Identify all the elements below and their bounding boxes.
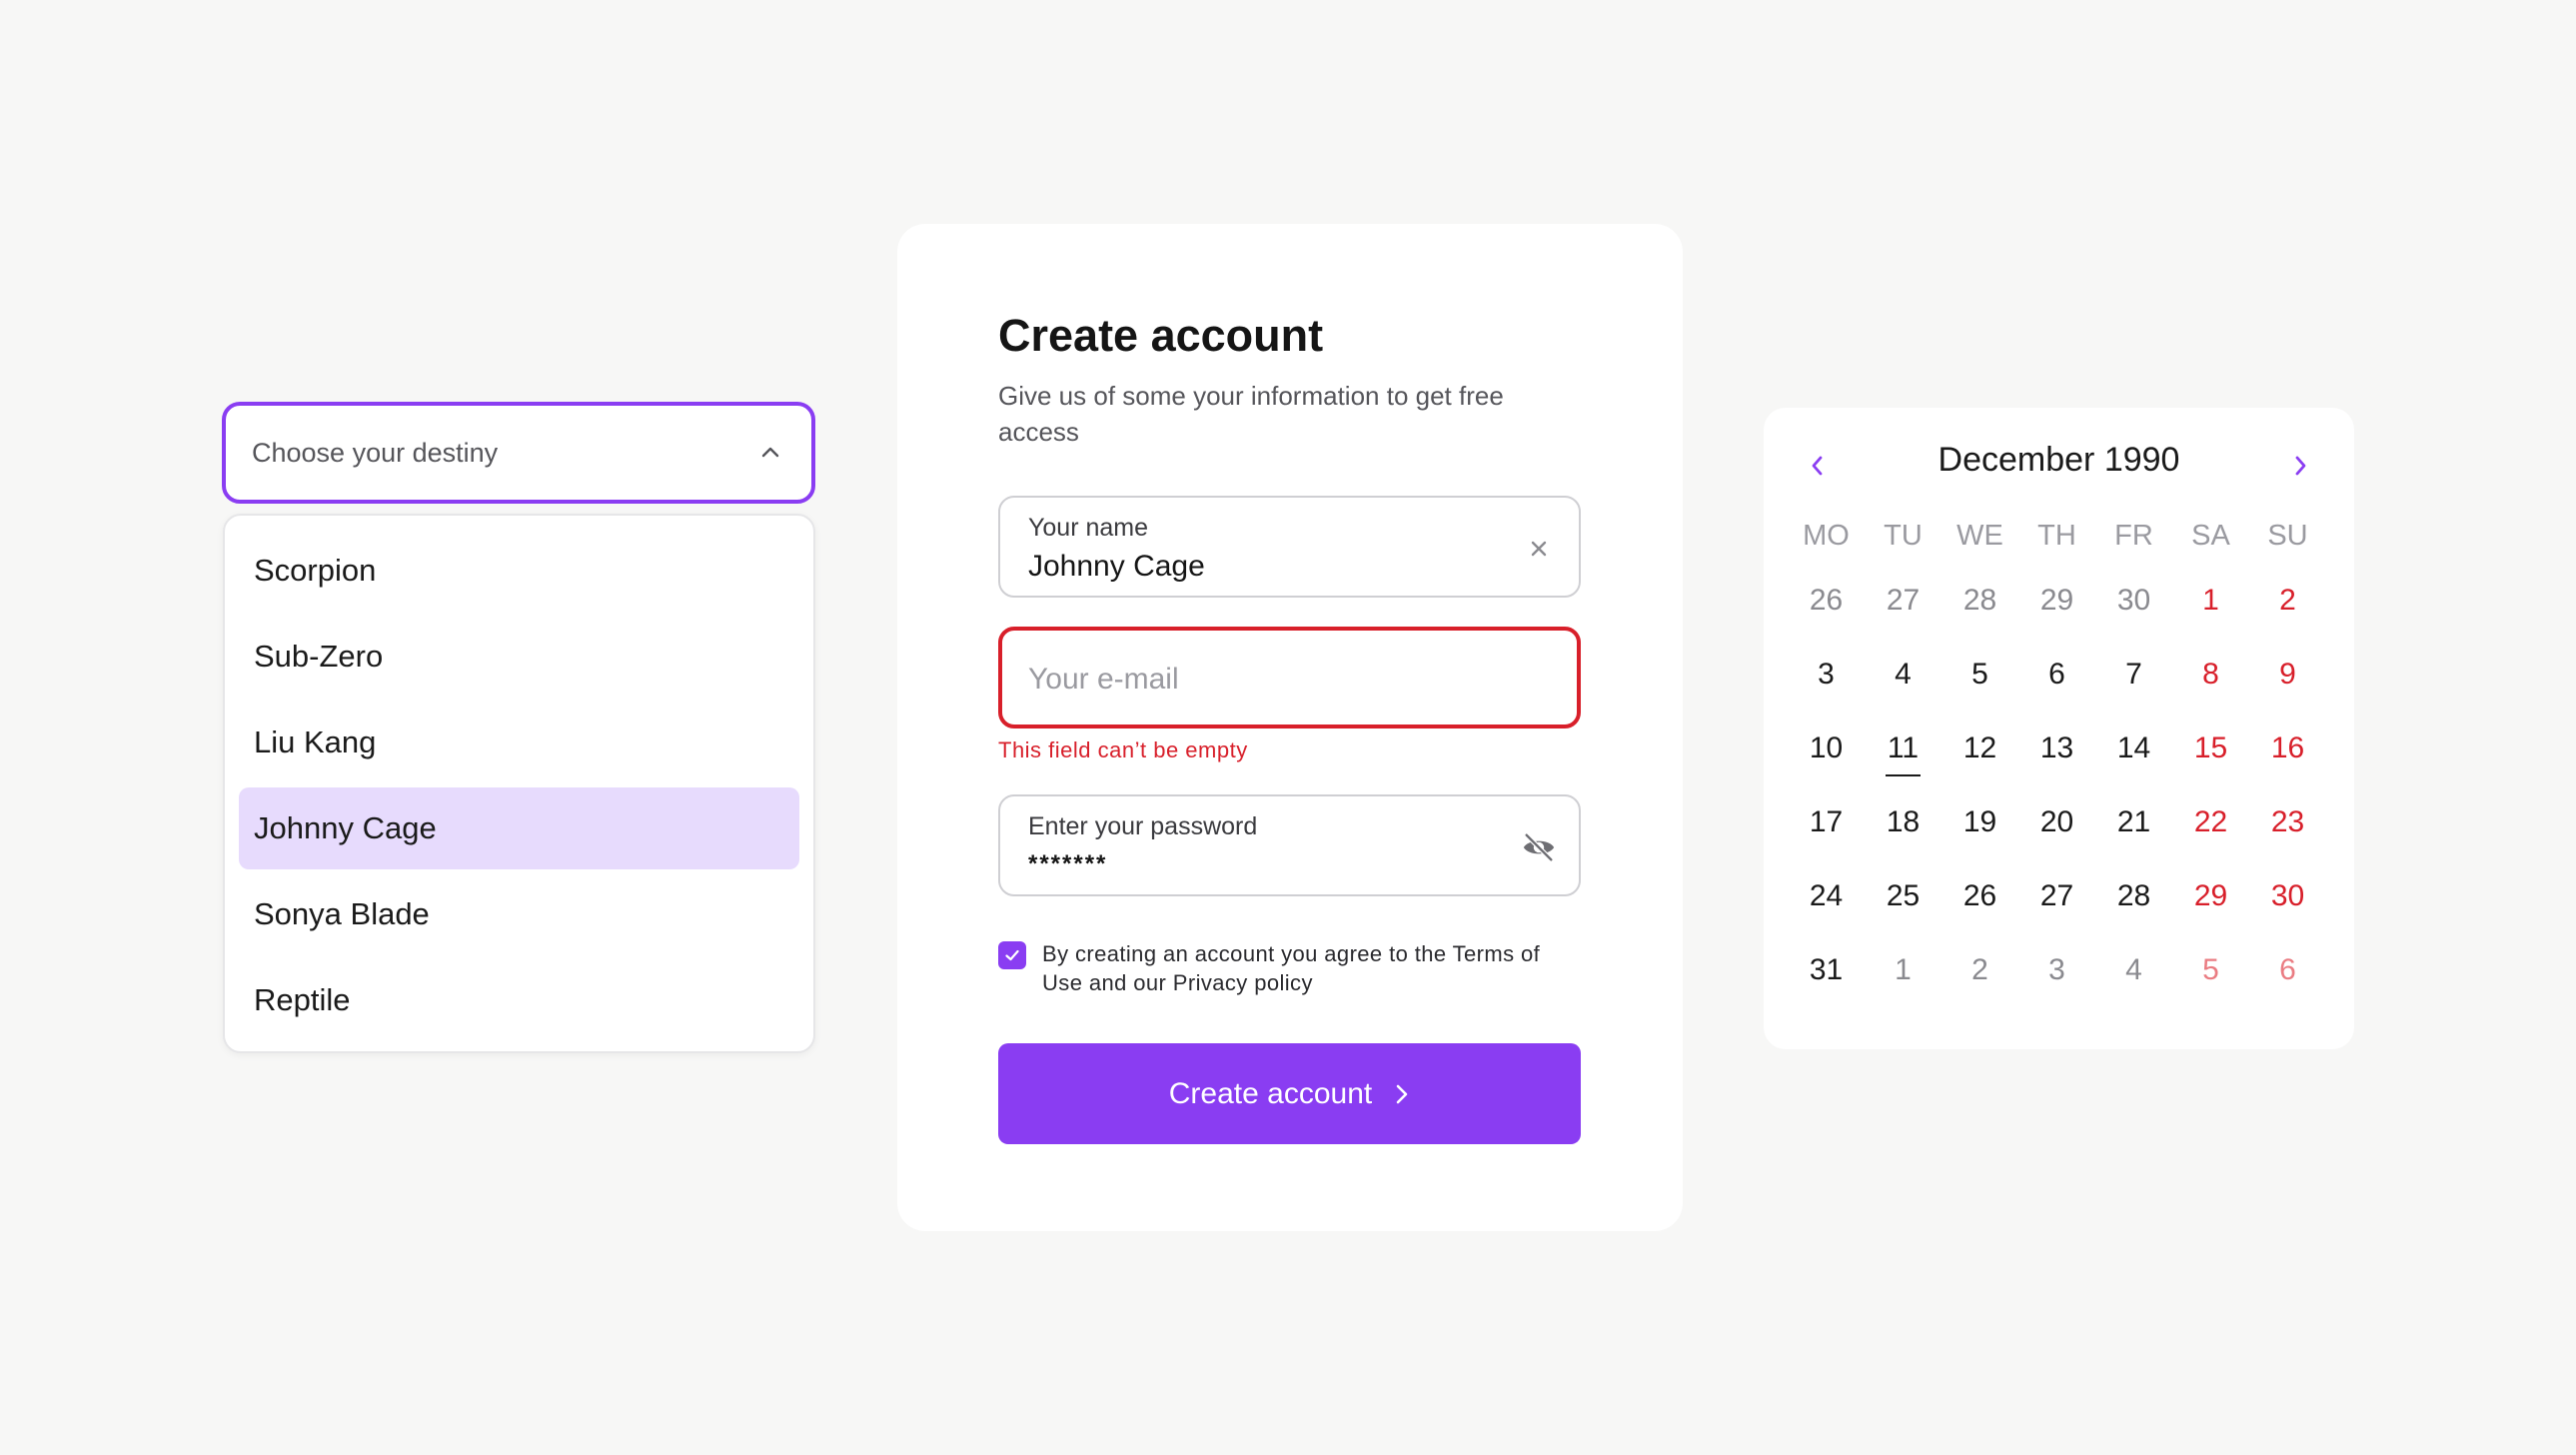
calendar-day[interactable]: 17 [1788, 785, 1865, 859]
calendar-day[interactable]: 2 [2249, 564, 2326, 638]
calendar-day[interactable]: 12 [1941, 712, 2018, 785]
email-error-message: This field can’t be empty [998, 737, 1248, 762]
destiny-select[interactable]: Choose your destiny [222, 402, 815, 504]
calendar-day[interactable]: 28 [1941, 564, 2018, 638]
destiny-option[interactable]: Reptile [239, 959, 799, 1041]
calendar-day[interactable]: 16 [2249, 712, 2326, 785]
calendar-day[interactable]: 2 [1941, 933, 2018, 1007]
calendar-day[interactable]: 3 [1788, 638, 1865, 712]
calendar-day[interactable]: 27 [2018, 859, 2095, 933]
form-subtitle: Give us of some your information to get … [998, 381, 1504, 447]
calendar-day[interactable]: 4 [1865, 638, 1941, 712]
weekday-header: SA [2191, 519, 2230, 552]
email-field[interactable]: Your e-mail [998, 627, 1581, 728]
calendar-day[interactable]: 22 [2172, 785, 2249, 859]
weekday-header: MO [1803, 519, 1850, 552]
calendar-day[interactable]: 28 [2095, 859, 2172, 933]
destiny-option[interactable]: Sub-Zero [239, 616, 799, 698]
calendar-day[interactable]: 20 [2018, 785, 2095, 859]
destiny-option[interactable]: Sonya Blade [239, 873, 799, 955]
terms-text: By creating an account you agree to the … [1042, 941, 1541, 995]
calendar-day[interactable]: 31 [1788, 933, 1865, 1007]
calendar-day[interactable]: 1 [2172, 564, 2249, 638]
weekday-header: TU [1884, 519, 1923, 552]
calendar-day[interactable]: 27 [1865, 564, 1941, 638]
calendar-day[interactable]: 1 [1865, 933, 1941, 1007]
create-account-card: Create account Give us of some your info… [897, 224, 1683, 1231]
calendar-day[interactable]: 26 [1788, 564, 1865, 638]
calendar-day[interactable]: 4 [2095, 933, 2172, 1007]
calendar-grid: MO TU WE TH FR SA SU 26 27 28 29 30 1 2 3 4 5 6 7 8 9 10 11 12 1… [1788, 508, 2330, 1007]
name-field-value[interactable]: Johnny Cage [1028, 550, 1205, 584]
calendar-day[interactable]: 8 [2172, 638, 2249, 712]
chevron-right-icon[interactable] [2280, 446, 2320, 486]
chevron-up-icon[interactable] [755, 438, 785, 468]
form-title: Create account [998, 310, 1324, 361]
calendar: December 1990 MO TU WE TH FR SA SU 26 27 28 29 30 1 2… [1764, 408, 2354, 1049]
calendar-day[interactable]: 23 [2249, 785, 2326, 859]
destiny-option[interactable]: Liu Kang [239, 702, 799, 783]
calendar-day[interactable]: 14 [2095, 712, 2172, 785]
destiny-select-placeholder: Choose your destiny [252, 437, 499, 468]
calendar-day-today[interactable]: 11 [1865, 712, 1941, 785]
name-field-label: Your name [1028, 514, 1148, 542]
calendar-day[interactable]: 6 [2018, 638, 2095, 712]
email-field-placeholder: Your e-mail [1028, 663, 1179, 696]
create-account-button[interactable]: Create account [998, 1043, 1581, 1144]
password-field[interactable]: Enter your password ******* [998, 794, 1581, 896]
calendar-day[interactable]: 30 [2095, 564, 2172, 638]
calendar-day[interactable]: 26 [1941, 859, 2018, 933]
chevron-right-icon [1394, 1082, 1410, 1106]
terms-checkbox[interactable] [998, 941, 1026, 969]
password-field-label: Enter your password [1028, 812, 1258, 840]
calendar-day[interactable]: 5 [1941, 638, 2018, 712]
calendar-day[interactable]: 18 [1865, 785, 1941, 859]
password-field-value[interactable]: ******* [1028, 850, 1107, 878]
calendar-day[interactable]: 25 [1865, 859, 1941, 933]
calendar-day[interactable]: 6 [2249, 933, 2326, 1007]
destiny-option-selected[interactable]: Johnny Cage [239, 787, 799, 869]
calendar-day[interactable]: 15 [2172, 712, 2249, 785]
calendar-day[interactable]: 21 [2095, 785, 2172, 859]
eye-off-icon[interactable] [1521, 829, 1557, 865]
terms-agreement: By creating an account you agree to the … [998, 939, 1582, 997]
destiny-options-menu: Scorpion Sub-Zero Liu Kang Johnny Cage S… [223, 514, 815, 1053]
calendar-day[interactable]: 3 [2018, 933, 2095, 1007]
calendar-month-title: December 1990 [1937, 441, 2180, 479]
weekday-header: FR [2114, 519, 2153, 552]
calendar-day[interactable]: 5 [2172, 933, 2249, 1007]
calendar-day[interactable]: 24 [1788, 859, 1865, 933]
check-icon [1005, 949, 1019, 961]
weekday-header: WE [1956, 519, 2003, 552]
calendar-day[interactable]: 29 [2018, 564, 2095, 638]
calendar-day[interactable]: 29 [2172, 859, 2249, 933]
calendar-day[interactable]: 9 [2249, 638, 2326, 712]
calendar-day[interactable]: 7 [2095, 638, 2172, 712]
calendar-day[interactable]: 10 [1788, 712, 1865, 785]
weekday-header: SU [2267, 519, 2308, 552]
name-field[interactable]: Your name Johnny Cage [998, 496, 1581, 598]
calendar-day[interactable]: 30 [2249, 859, 2326, 933]
create-account-button-label: Create account [1168, 1076, 1373, 1110]
weekday-header: TH [2037, 519, 2076, 552]
calendar-day[interactable]: 19 [1941, 785, 2018, 859]
destiny-option[interactable]: Scorpion [239, 530, 799, 612]
calendar-day[interactable]: 13 [2018, 712, 2095, 785]
close-icon[interactable] [1521, 531, 1557, 567]
